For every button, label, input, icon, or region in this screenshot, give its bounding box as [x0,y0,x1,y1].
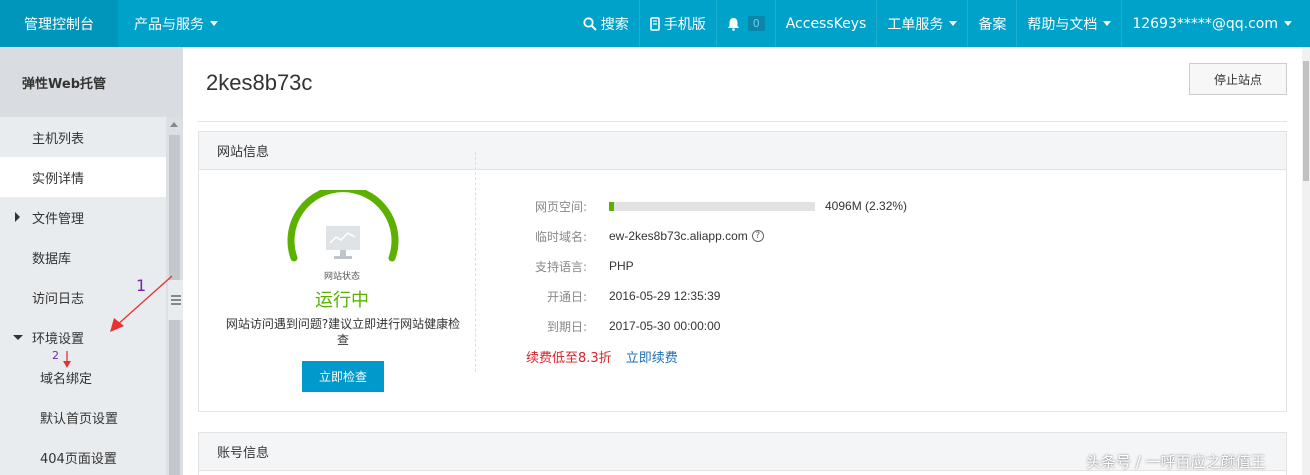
monitor-chart-icon [326,226,360,259]
expire-date-label: 到期日: [546,319,587,334]
sidebar-item-instance-details[interactable]: 实例详情 [0,157,166,197]
beian-label: 备案 [978,16,1007,33]
sidebar-item-label: 实例详情 [32,171,85,187]
page-scrollbar[interactable] [1302,47,1310,475]
chevron-down-icon [1103,21,1112,26]
mobile-label: 手机版 [663,16,706,33]
space-value: 4096M (2.32%) [825,199,908,213]
open-date-label: 开通日: [546,289,587,304]
chevron-down-icon [1284,21,1292,26]
site-info-header: 网站信息 [199,132,1286,170]
sidebar-item-default-homepage[interactable]: 默认首页设置 [0,397,166,437]
accesskeys-link[interactable]: AccessKeys [774,0,877,47]
domain-label: 临时域名: [534,229,587,244]
status-label: 网站状态 [323,272,360,282]
chevron-down-icon [949,21,958,26]
status-gauge [287,190,399,262]
search-icon [583,16,597,31]
sidebar-title: 弹性Web托管 [0,47,183,117]
products-label: 产品与服务 [134,16,204,33]
site-status-area: 网站状态 运行中 网站访问遇到问题?建议立即进行网站健康检查 立即检查 [199,170,476,412]
annotation-number-1: 1 [136,276,147,295]
health-check-hint: 网站访问遇到问题?建议立即进行网站健康检查 [225,317,461,347]
status-value: 运行中 [315,290,369,311]
annotation-arrow-2 [63,351,71,368]
language-label: 支持语言: [534,259,587,274]
page-title: 2kes8b73c [206,70,313,95]
search-label: 搜索 [600,16,629,33]
title-divider [198,121,1287,122]
temp-domain-value[interactable]: ew-2kes8b73c.aliapp.com [609,229,748,243]
caret-right-icon [15,212,20,222]
bell-icon [727,17,739,31]
user-label: 12693*****@qq.com [1132,15,1278,32]
sidebar-item-404-page[interactable]: 404页面设置 [0,437,166,475]
user-account-menu[interactable]: 12693*****@qq.com [1121,0,1310,47]
tickets-label: 工单服务 [887,16,944,33]
help-label: 帮助与文档 [1027,16,1098,33]
sidebar-item-label: 文件管理 [32,211,85,227]
page-scrollbar-thumb[interactable] [1303,61,1309,181]
sidebar-item-label: 域名绑定 [40,371,93,387]
renewal-discount-text: 续费低至8.3折 [526,350,612,366]
console-home-link[interactable]: 管理控制台 [0,0,118,47]
expire-date-value: 2017-05-30 00:00:00 [609,319,721,333]
annotation-number-2: 2 [52,349,59,362]
stop-site-button[interactable]: 停止站点 [1189,63,1287,95]
notifications-button[interactable]: 0 [715,0,775,47]
notification-count-badge: 0 [747,16,765,31]
beian-link[interactable]: 备案 [967,0,1016,47]
scroll-up-arrow-icon[interactable] [170,122,178,127]
language-row: 支持语言: PHP [529,256,634,276]
sidebar-item-label: 访问日志 [32,291,85,307]
domain-row: 临时域名: ew-2kes8b73c.aliapp.com ? [529,226,764,246]
space-label: 网页空间: [534,199,587,214]
space-progress-fill [609,201,615,211]
products-menu[interactable]: 产品与服务 [134,14,218,34]
search-button[interactable]: 搜索 [573,0,639,47]
watermark-text: 头条号 / 一呼百应之颜值王 [1086,453,1266,471]
open-date-row: 开通日: 2016-05-29 12:35:39 [529,286,720,306]
vertical-separator [475,152,476,372]
top-navigation-bar: 管理控制台 产品与服务 搜索 手机版 0 AccessKeys 工单服务 备案 … [0,0,1310,47]
renew-row: 续费低至8.3折 立即续费 [526,346,678,366]
space-progress-bar [609,201,815,211]
chevron-down-icon [210,21,218,26]
sidebar-item-label: 404页面设置 [40,451,117,467]
sidebar-item-label: 数据库 [32,251,72,267]
accesskeys-label: AccessKeys [785,15,867,32]
sidebar-item-label: 默认首页设置 [40,411,119,427]
mobile-phone-icon [649,16,660,31]
sidebar-item-file-management[interactable]: 文件管理 [0,197,166,237]
sidebar-item-host-list[interactable]: 主机列表 [0,117,166,157]
sidebar-item-label: 主机列表 [32,131,85,147]
renew-now-link[interactable]: 立即续费 [626,347,678,366]
tickets-menu[interactable]: 工单服务 [876,0,967,47]
help-docs-menu[interactable]: 帮助与文档 [1016,0,1121,47]
brand-label: 管理控制台 [24,16,94,33]
site-info-panel: 网站信息 网站状态 运行中 网站访问遇到问题?建议立即进行网站健康检查 立即检查… [198,131,1287,412]
open-date-value: 2016-05-29 12:35:39 [609,289,721,303]
language-value: PHP [609,259,634,273]
space-row: 网页空间: 4096M (2.32%) [529,196,907,216]
caret-down-icon [13,334,23,340]
help-question-icon[interactable]: ? [751,230,764,242]
check-now-button[interactable]: 立即检查 [302,361,384,392]
mobile-version-link[interactable]: 手机版 [638,0,716,47]
sidebar-item-label: 环境设置 [32,331,85,347]
sidebar: 弹性Web托管 主机列表 实例详情 文件管理 数据库 访问日志 环境设置 域名绑… [0,47,183,475]
expire-date-row: 到期日: 2017-05-30 00:00:00 [529,316,720,336]
